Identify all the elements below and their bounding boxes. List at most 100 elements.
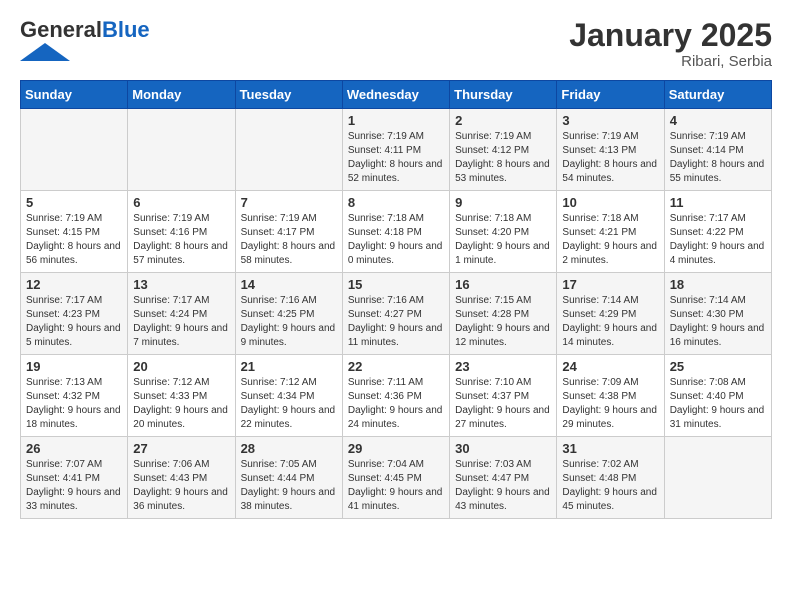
day-cell: 20 Sunrise: 7:12 AM Sunset: 4:33 PM Dayli… [128, 355, 235, 437]
day-number: 28 [241, 441, 337, 456]
day-cell: 15 Sunrise: 7:16 AM Sunset: 4:27 PM Dayli… [342, 273, 449, 355]
day-number: 3 [562, 113, 658, 128]
header: GeneralBlue January 2025 Ribari, Serbia [20, 18, 772, 70]
day-cell: 31 Sunrise: 7:02 AM Sunset: 4:48 PM Dayli… [557, 437, 664, 519]
day-number: 4 [670, 113, 766, 128]
day-cell: 19 Sunrise: 7:13 AM Sunset: 4:32 PM Dayli… [21, 355, 128, 437]
day-info: Sunrise: 7:18 AM Sunset: 4:20 PM Dayligh… [455, 212, 551, 268]
day-number: 17 [562, 277, 658, 292]
day-number: 20 [133, 359, 229, 374]
day-number: 11 [670, 195, 766, 210]
day-cell: 8Sunrise: 7:18 AM Sunset: 4:18 PM Daylig… [342, 191, 449, 273]
day-number: 21 [241, 359, 337, 374]
day-number: 30 [455, 441, 551, 456]
day-cell: 10Sunrise: 7:18 AM Sunset: 4:21 PM Dayli… [557, 191, 664, 273]
day-cell: 14Sunrise: 7:16 AM Sunset: 4:25 PM Dayli… [235, 273, 342, 355]
day-cell: 17 Sunrise: 7:14 AM Sunset: 4:29 PM Dayli… [557, 273, 664, 355]
day-cell: 11 Sunrise: 7:17 AM Sunset: 4:22 PM Dayli… [664, 191, 771, 273]
day-info: Sunrise: 7:12 AM Sunset: 4:34 PM Dayligh… [241, 376, 337, 432]
day-info: Sunrise: 7:17 AM Sunset: 4:23 PM Dayligh… [26, 294, 122, 350]
logo-blue: Blue [102, 17, 150, 42]
day-info: Sunrise: 7:03 AM Sunset: 4:47 PM Dayligh… [455, 458, 551, 514]
day-number: 26 [26, 441, 122, 456]
week-row-4: 19 Sunrise: 7:13 AM Sunset: 4:32 PM Dayli… [21, 355, 772, 437]
day-number: 6 [133, 195, 229, 210]
day-cell: 5Sunrise: 7:19 AM Sunset: 4:15 PM Daylig… [21, 191, 128, 273]
day-info: Sunrise: 7:12 AM Sunset: 4:33 PM Dayligh… [133, 376, 229, 432]
day-number: 29 [348, 441, 444, 456]
weekday-header-monday: Monday [128, 81, 235, 109]
day-info: Sunrise: 7:11 AM Sunset: 4:36 PM Dayligh… [348, 376, 444, 432]
weekday-header-row: SundayMondayTuesdayWednesdayThursdayFrid… [21, 81, 772, 109]
day-info: Sunrise: 7:05 AM Sunset: 4:44 PM Dayligh… [241, 458, 337, 514]
day-number: 10 [562, 195, 658, 210]
day-info: Sunrise: 7:15 AM Sunset: 4:28 PM Dayligh… [455, 294, 551, 350]
day-cell [664, 437, 771, 519]
logo-text: GeneralBlue [20, 18, 150, 42]
week-row-3: 12 Sunrise: 7:17 AM Sunset: 4:23 PM Dayli… [21, 273, 772, 355]
day-info: Sunrise: 7:17 AM Sunset: 4:22 PM Dayligh… [670, 212, 766, 268]
day-info: Sunrise: 7:14 AM Sunset: 4:29 PM Dayligh… [562, 294, 658, 350]
day-number: 9 [455, 195, 551, 210]
day-cell: 3 Sunrise: 7:19 AM Sunset: 4:13 PM Daylig… [557, 109, 664, 191]
page: GeneralBlue January 2025 Ribari, Serbia … [0, 0, 792, 529]
location: Ribari, Serbia [569, 53, 772, 70]
day-cell: 29 Sunrise: 7:04 AM Sunset: 4:45 PM Dayli… [342, 437, 449, 519]
day-info: Sunrise: 7:04 AM Sunset: 4:45 PM Dayligh… [348, 458, 444, 514]
day-cell: 28 Sunrise: 7:05 AM Sunset: 4:44 PM Dayli… [235, 437, 342, 519]
day-number: 31 [562, 441, 658, 456]
week-row-5: 26 Sunrise: 7:07 AM Sunset: 4:41 PM Dayli… [21, 437, 772, 519]
day-cell: 9 Sunrise: 7:18 AM Sunset: 4:20 PM Daylig… [450, 191, 557, 273]
day-cell [235, 109, 342, 191]
day-cell: 30 Sunrise: 7:03 AM Sunset: 4:47 PM Dayli… [450, 437, 557, 519]
logo-icon [20, 43, 70, 61]
day-number: 7 [241, 195, 337, 210]
day-info: Sunrise: 7:10 AM Sunset: 4:37 PM Dayligh… [455, 376, 551, 432]
day-cell: 18Sunrise: 7:14 AM Sunset: 4:30 PM Dayli… [664, 273, 771, 355]
day-info: Sunrise: 7:19 AM Sunset: 4:12 PM Dayligh… [455, 130, 551, 186]
day-cell: 4 Sunrise: 7:19 AM Sunset: 4:14 PM Daylig… [664, 109, 771, 191]
week-row-1: 1Sunrise: 7:19 AM Sunset: 4:11 PM Daylig… [21, 109, 772, 191]
day-info: Sunrise: 7:02 AM Sunset: 4:48 PM Dayligh… [562, 458, 658, 514]
day-cell: 12 Sunrise: 7:17 AM Sunset: 4:23 PM Dayli… [21, 273, 128, 355]
day-cell: 16Sunrise: 7:15 AM Sunset: 4:28 PM Dayli… [450, 273, 557, 355]
day-number: 23 [455, 359, 551, 374]
day-info: Sunrise: 7:19 AM Sunset: 4:14 PM Dayligh… [670, 130, 766, 186]
day-cell: 1Sunrise: 7:19 AM Sunset: 4:11 PM Daylig… [342, 109, 449, 191]
day-info: Sunrise: 7:14 AM Sunset: 4:30 PM Dayligh… [670, 294, 766, 350]
day-number: 19 [26, 359, 122, 374]
day-info: Sunrise: 7:07 AM Sunset: 4:41 PM Dayligh… [26, 458, 122, 514]
day-number: 13 [133, 277, 229, 292]
weekday-header-friday: Friday [557, 81, 664, 109]
day-number: 1 [348, 113, 444, 128]
day-info: Sunrise: 7:16 AM Sunset: 4:27 PM Dayligh… [348, 294, 444, 350]
day-number: 22 [348, 359, 444, 374]
day-number: 12 [26, 277, 122, 292]
day-info: Sunrise: 7:19 AM Sunset: 4:17 PM Dayligh… [241, 212, 337, 268]
weekday-header-tuesday: Tuesday [235, 81, 342, 109]
day-cell: 23 Sunrise: 7:10 AM Sunset: 4:37 PM Dayli… [450, 355, 557, 437]
weekday-header-saturday: Saturday [664, 81, 771, 109]
day-number: 15 [348, 277, 444, 292]
day-info: Sunrise: 7:19 AM Sunset: 4:13 PM Dayligh… [562, 130, 658, 186]
day-info: Sunrise: 7:13 AM Sunset: 4:32 PM Dayligh… [26, 376, 122, 432]
day-number: 5 [26, 195, 122, 210]
day-number: 8 [348, 195, 444, 210]
day-cell: 7 Sunrise: 7:19 AM Sunset: 4:17 PM Daylig… [235, 191, 342, 273]
day-number: 25 [670, 359, 766, 374]
day-cell: 2 Sunrise: 7:19 AM Sunset: 4:12 PM Daylig… [450, 109, 557, 191]
weekday-header-sunday: Sunday [21, 81, 128, 109]
day-info: Sunrise: 7:16 AM Sunset: 4:25 PM Dayligh… [241, 294, 337, 350]
day-cell: 21 Sunrise: 7:12 AM Sunset: 4:34 PM Dayli… [235, 355, 342, 437]
day-cell: 26 Sunrise: 7:07 AM Sunset: 4:41 PM Dayli… [21, 437, 128, 519]
weekday-header-thursday: Thursday [450, 81, 557, 109]
day-cell: 22 Sunrise: 7:11 AM Sunset: 4:36 PM Dayli… [342, 355, 449, 437]
day-cell: 24Sunrise: 7:09 AM Sunset: 4:38 PM Dayli… [557, 355, 664, 437]
day-number: 2 [455, 113, 551, 128]
title-block: January 2025 Ribari, Serbia [569, 18, 772, 70]
day-info: Sunrise: 7:06 AM Sunset: 4:43 PM Dayligh… [133, 458, 229, 514]
day-number: 27 [133, 441, 229, 456]
calendar-table: SundayMondayTuesdayWednesdayThursdayFrid… [20, 80, 772, 519]
day-cell: 6Sunrise: 7:19 AM Sunset: 4:16 PM Daylig… [128, 191, 235, 273]
day-info: Sunrise: 7:17 AM Sunset: 4:24 PM Dayligh… [133, 294, 229, 350]
